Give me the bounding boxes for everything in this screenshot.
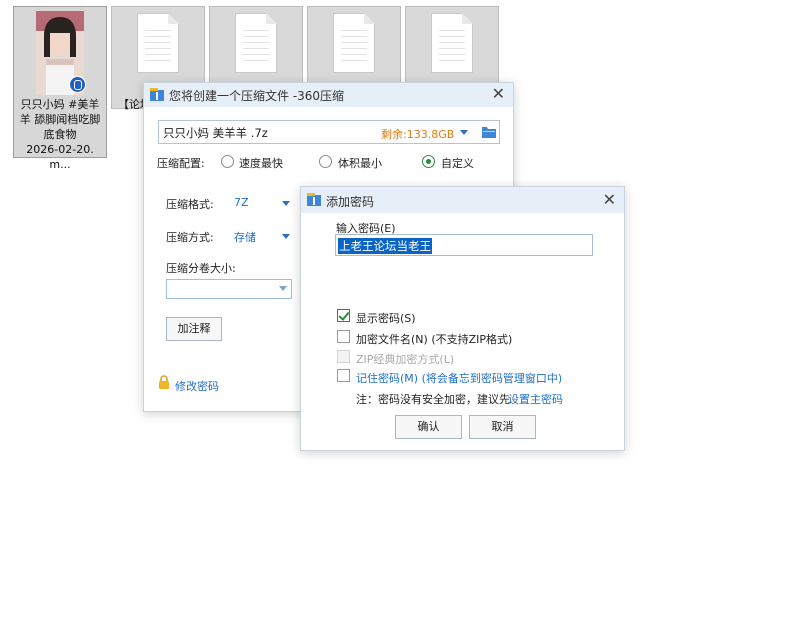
- zip-classic-checkbox: [337, 350, 350, 363]
- security-notice: 注：密码没有安全加密，建议先: [356, 393, 510, 406]
- document-icon: [333, 13, 375, 73]
- format-label: 压缩格式:: [166, 198, 214, 211]
- document-icon: [137, 13, 179, 73]
- method-select[interactable]: 存储: [232, 224, 294, 246]
- radio-fastest[interactable]: [221, 155, 234, 168]
- split-label: 压缩分卷大小:: [166, 262, 236, 275]
- document-icon: [235, 13, 277, 73]
- format-select[interactable]: 7Z: [232, 191, 294, 213]
- change-password-link[interactable]: 修改密码: [175, 378, 219, 394]
- chevron-down-icon[interactable]: [460, 130, 468, 135]
- 360zip-icon: [307, 193, 321, 206]
- video-badge-icon: [69, 76, 86, 93]
- encrypt-filename-label: 加密文件名(N) (不支持ZIP格式): [356, 333, 513, 346]
- close-icon[interactable]: ✕: [492, 85, 505, 103]
- window-title: 添加密码: [326, 195, 375, 209]
- password-dialog: 添加密码 ✕ 输入密码(E) 上老王论坛当老王 显示密码(S) 加密文件名(N)…: [300, 186, 625, 451]
- method-label: 压缩方式:: [166, 231, 214, 244]
- close-icon[interactable]: ✕: [603, 191, 616, 209]
- free-space-label: 剩余:133.8GB: [381, 128, 455, 141]
- chevron-down-icon: [279, 286, 287, 291]
- lock-icon: [159, 375, 169, 389]
- compress-titlebar[interactable]: 您将创建一个压缩文件 -360压缩 ✕: [144, 83, 513, 107]
- password-input[interactable]: 上老王论坛当老王: [335, 234, 593, 256]
- window-title: 您将创建一个压缩文件 -360压缩: [169, 89, 345, 103]
- radio-smallest-label: 体积最小: [338, 157, 382, 170]
- document-icon: [431, 13, 473, 73]
- password-titlebar[interactable]: 添加密码 ✕: [301, 187, 624, 213]
- radio-smallest[interactable]: [319, 155, 332, 168]
- config-label: 压缩配置:: [157, 157, 205, 170]
- show-password-label: 显示密码(S): [356, 312, 416, 325]
- cancel-button[interactable]: 取消: [469, 415, 536, 439]
- set-master-password-link[interactable]: 设置主密码: [508, 391, 563, 407]
- encrypt-filename-checkbox[interactable]: [337, 330, 350, 343]
- 360zip-icon: [150, 88, 164, 101]
- archive-filename: 只只小妈 美羊羊 .7z: [163, 126, 268, 140]
- show-password-checkbox[interactable]: [337, 309, 350, 322]
- archive-path-field[interactable]: 只只小妈 美羊羊 .7z 剩余:133.8GB: [158, 120, 500, 144]
- add-comment-button[interactable]: 加注释: [166, 317, 222, 341]
- split-size-select[interactable]: [166, 279, 292, 299]
- remember-password-checkbox[interactable]: [337, 369, 350, 382]
- chevron-down-icon: [282, 234, 290, 239]
- zip-classic-label: ZIP经典加密方式(L): [356, 353, 455, 366]
- chevron-down-icon: [282, 201, 290, 206]
- folder-icon[interactable]: [482, 126, 496, 138]
- file-name: 只只小妈 #美羊 羊 舔脚闻档吃脚 底食物 2026-02-20.m...: [19, 98, 101, 171]
- radio-fastest-label: 速度最快: [239, 157, 283, 170]
- confirm-button[interactable]: 确认: [395, 415, 462, 439]
- radio-custom-label: 自定义: [441, 157, 474, 170]
- remember-password-label[interactable]: 记住密码(M) (将会备忘到密码管理窗口中): [356, 370, 562, 386]
- desktop-file-video[interactable]: 只只小妈 #美羊 羊 舔脚闻档吃脚 底食物 2026-02-20.m...: [13, 6, 107, 171]
- radio-custom[interactable]: [422, 155, 435, 168]
- password-value: 上老王论坛当老王: [338, 238, 432, 254]
